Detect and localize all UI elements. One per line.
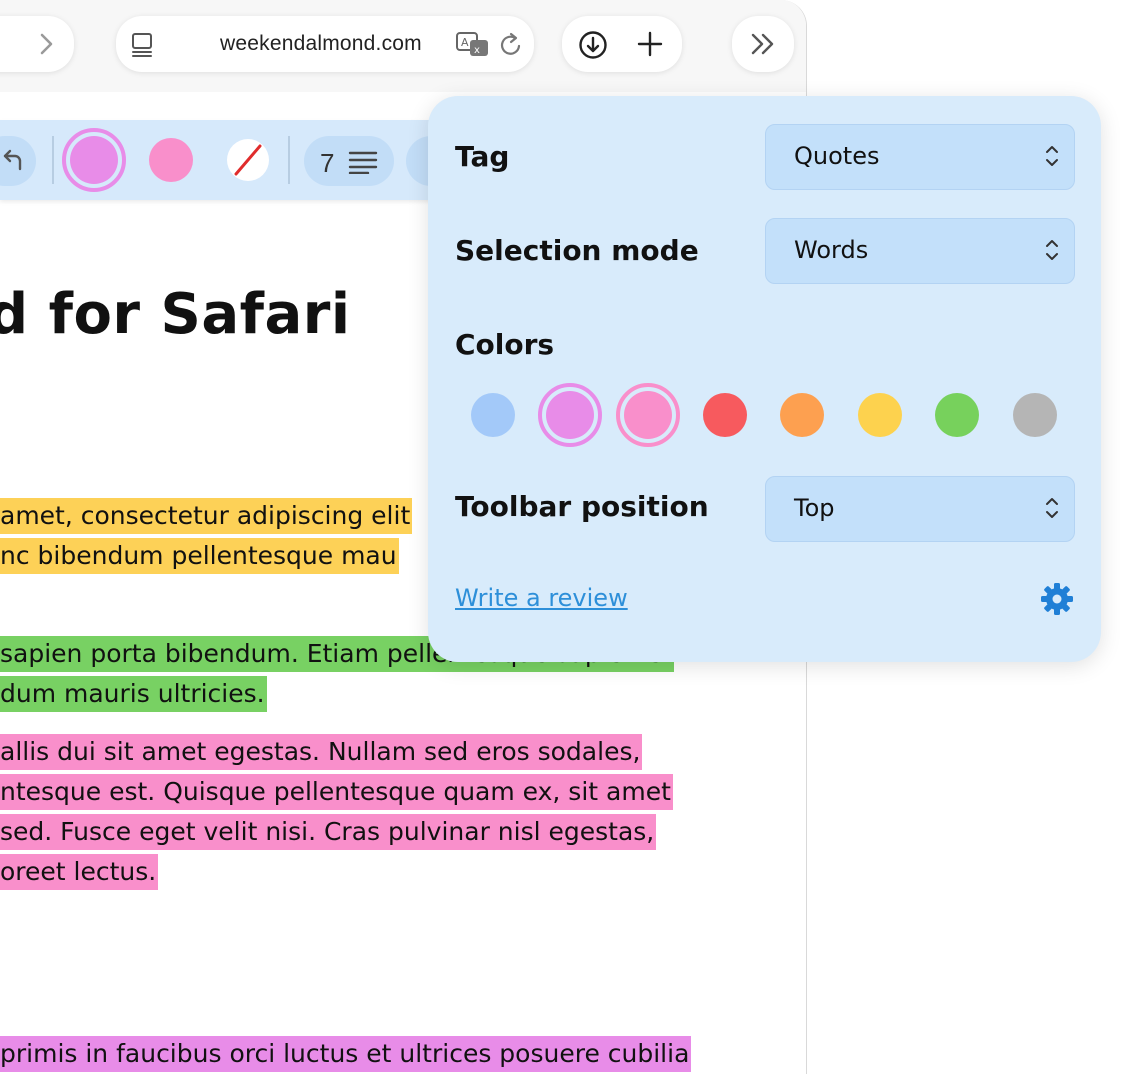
color-option-violet[interactable]: [546, 391, 594, 439]
toolbar-swatch-pink[interactable]: [149, 138, 193, 182]
toolbar-position-value: Top: [794, 494, 835, 522]
tag-label: Tag: [455, 140, 510, 173]
list-icon: [348, 151, 378, 174]
highlight-count: 7: [320, 148, 335, 178]
toolbar-swatch-violet[interactable]: [70, 136, 118, 184]
toolbar-separator: [52, 136, 54, 184]
selection-mode-value: Words: [794, 236, 869, 264]
highlight-text[interactable]: primis in faucibus orci luctus et ultric…: [0, 1036, 692, 1072]
forward-icon[interactable]: [32, 30, 60, 58]
page-menu-icon[interactable]: [130, 32, 154, 58]
browser-titlebar: weekendalmond.com A x: [0, 0, 806, 92]
highlight-text[interactable]: dum mauris ultricies.: [0, 676, 267, 712]
new-tab-icon[interactable]: [636, 30, 664, 58]
toolbar-position-label: Toolbar position: [455, 490, 709, 523]
highlight-text[interactable]: allis dui sit amet egestas. Nullam sed e…: [0, 734, 643, 770]
color-option-yellow[interactable]: [858, 393, 902, 437]
remove-highlight-icon[interactable]: [226, 138, 270, 182]
tag-select[interactable]: Quotes: [765, 124, 1075, 190]
color-option-blue[interactable]: [471, 393, 515, 437]
downloads-newtab-pill: [562, 16, 682, 72]
updown-chevron-icon: [1046, 498, 1058, 518]
write-review-link[interactable]: Write a review: [455, 584, 628, 612]
color-option-pink[interactable]: [624, 391, 672, 439]
updown-chevron-icon: [1046, 240, 1058, 260]
url-text[interactable]: weekendalmond.com: [220, 32, 422, 56]
highlight-text[interactable]: sed. Fusce eget velit nisi. Cras pulvina…: [0, 814, 657, 850]
more-tabs-button[interactable]: [732, 16, 794, 72]
undo-icon: [3, 149, 22, 171]
settings-popover: Tag Quotes Selection mode Words Colors T…: [428, 96, 1101, 662]
tag-value: Quotes: [794, 142, 880, 170]
toolbar-position-select[interactable]: Top: [765, 476, 1075, 542]
updown-chevron-icon: [1046, 146, 1058, 166]
color-option-gray[interactable]: [1013, 393, 1057, 437]
highlight-text[interactable]: nc bibendum pellentesque mau: [0, 538, 399, 574]
download-icon[interactable]: [578, 30, 608, 60]
translate-icon[interactable]: A x: [456, 32, 490, 58]
undo-button[interactable]: [0, 136, 36, 186]
navigation-pill: [0, 16, 74, 72]
color-option-green[interactable]: [935, 393, 979, 437]
highlights-list-button[interactable]: 7: [304, 136, 394, 186]
toolbar-separator: [288, 136, 290, 184]
svg-text:A: A: [461, 36, 469, 49]
address-bar[interactable]: weekendalmond.com A x: [116, 16, 534, 72]
colors-label: Colors: [455, 328, 555, 361]
highlight-text[interactable]: ntesque est. Quisque pellentesque quam e…: [0, 774, 673, 810]
selection-mode-select[interactable]: Words: [765, 218, 1075, 284]
selection-mode-label: Selection mode: [455, 234, 699, 267]
color-option-red[interactable]: [703, 393, 747, 437]
highlight-text[interactable]: oreet lectus.: [0, 854, 159, 890]
article-title: d for Safari: [0, 282, 351, 347]
highlight-text[interactable]: amet, consectetur adipiscing elit: [0, 498, 413, 534]
double-chevron-right-icon: [751, 33, 774, 55]
reload-icon[interactable]: [498, 31, 524, 59]
svg-text:x: x: [474, 45, 480, 56]
gear-icon[interactable]: [1040, 582, 1074, 616]
color-option-orange[interactable]: [780, 393, 824, 437]
